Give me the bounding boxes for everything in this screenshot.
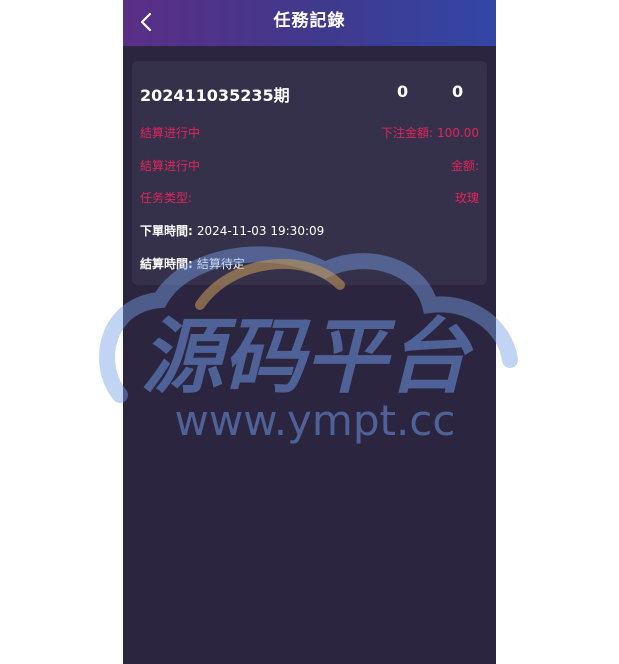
header-bar: 任務記錄 bbox=[123, 0, 496, 46]
bet-amount-label: 下注金額: bbox=[380, 126, 433, 140]
order-time-value: 2024-11-03 19:30:09 bbox=[196, 224, 325, 238]
settle-time-value: 結算待定 bbox=[196, 257, 245, 271]
period-number: 202411035235期 bbox=[140, 86, 290, 105]
settlement-status-2: 結算进行中 bbox=[140, 159, 201, 173]
settlement-status-1: 結算进行中 bbox=[140, 126, 201, 140]
result-number-1: 0 bbox=[397, 82, 409, 101]
order-time-label: 下單時間: bbox=[140, 224, 193, 238]
bet-amount: 下注金額: 100.00 bbox=[381, 124, 479, 141]
app-screen: 任務記錄 202411035235期 0 0 結算进行中 下注金額: 100.00… bbox=[123, 0, 496, 664]
bet-amount-value: 100.00 bbox=[437, 126, 479, 140]
task-type-label: 任务类型: bbox=[140, 191, 193, 205]
task-type-value: 玫瑰 bbox=[454, 191, 479, 205]
page-title: 任務記錄 bbox=[273, 11, 346, 31]
result-number-2: 0 bbox=[452, 82, 464, 101]
settle-time-label: 結算時間: bbox=[140, 257, 193, 271]
record-card[interactable]: 202411035235期 0 0 結算进行中 下注金額: 100.00 結算进行… bbox=[132, 61, 487, 285]
amount-label: 金额: bbox=[450, 159, 479, 173]
order-time: 下單時間: 2024-11-03 19:30:09 bbox=[140, 222, 324, 239]
settle-time: 結算時間: 結算待定 bbox=[140, 255, 245, 272]
